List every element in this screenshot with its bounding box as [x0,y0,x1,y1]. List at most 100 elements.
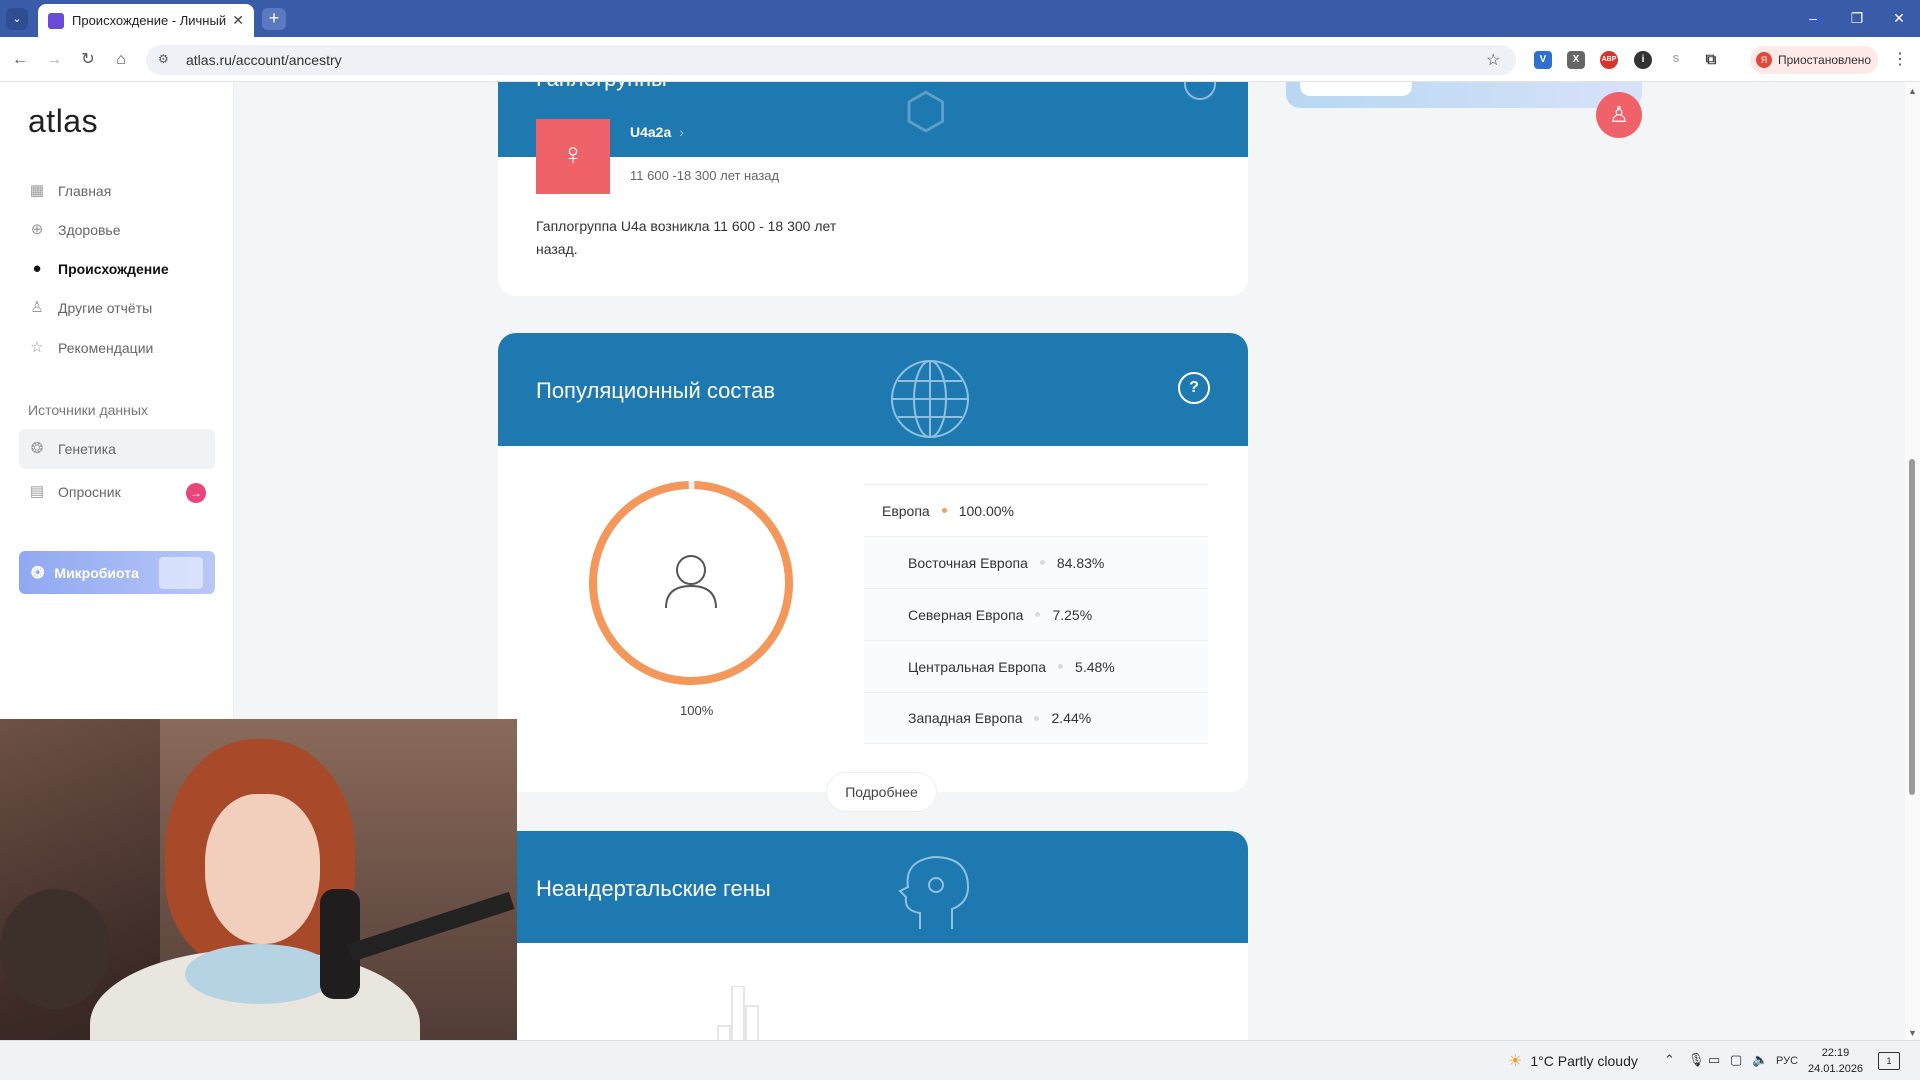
promo-banner-button[interactable] [1300,82,1412,96]
partly-cloudy-icon: ☀ [1508,1053,1523,1070]
notification-center-icon[interactable]: 1 [1878,1052,1900,1070]
help-button[interactable]: ? [1178,372,1210,404]
promo-banner[interactable] [1286,82,1642,108]
region-name: Европа [882,502,930,519]
health-icon: ⊕ [30,221,44,238]
webcam-person-collar [185,944,335,1004]
population-donut [589,481,793,685]
keyboard-language[interactable]: РУС [1776,1055,1798,1067]
female-symbol-icon: ♀ [536,119,610,194]
profile-avatar-icon: Я [1756,52,1772,68]
chevron-right-icon: › [679,124,684,140]
profile-status-button[interactable]: Я Приостановлено [1750,46,1878,74]
arrow-right-icon[interactable]: → [186,483,206,503]
sidebar-item-label: Происхождение [58,261,169,277]
sidebar-item-survey[interactable]: ▤ Опросник [28,477,121,507]
forward-icon[interactable]: → [43,49,65,71]
region-row-europe[interactable]: Европа 100.00% [864,484,1208,536]
sidebar-item-recommendations[interactable]: ☆ Рекомендации [28,333,153,363]
head-profile-icon [898,855,970,929]
tab-title: Происхождение - Личный каб [72,13,227,28]
more-details-button[interactable]: Подробнее [826,772,937,812]
region-value: 84.83% [1056,554,1105,571]
haplogroup-link[interactable]: U4a2a › [630,124,684,140]
extension-i-icon[interactable]: i [1634,51,1652,69]
webcam-overlay [0,719,517,1080]
region-row-western-europe[interactable]: Западная Европа 2.44% [864,692,1208,744]
browser-tabstrip [0,0,1920,37]
region-dot [1039,560,1045,565]
region-row-northern-europe[interactable]: Северная Европа 7.25% [864,588,1208,640]
haplogroup-card-header: Гаплогруппы [498,82,1248,157]
bookmark-star-icon[interactable]: ☆ [1486,50,1500,70]
haplogroup-card-title: Гаплогруппы [536,82,667,92]
neanderthal-card-title: Неандертальские гены [536,876,771,901]
population-card-title: Популяционный состав [536,378,776,403]
sidebar-item-ancestry[interactable]: ● Происхождение [28,254,169,284]
scrollbar-thumb[interactable] [1909,459,1915,795]
volume-icon[interactable]: 🔈 [1752,1052,1768,1068]
population-card-header: Популяционный состав ? [498,333,1248,446]
webcam-person-face [205,794,320,944]
weather-widget[interactable]: ☀ 1°C Partly cloudy [1508,1051,1638,1071]
sidebar-item-genetics[interactable]: ❂ Генетика [28,434,116,464]
region-name: Западная Европа [908,710,1023,726]
close-window-button[interactable]: ✕ [1884,8,1914,28]
taskbar-clock[interactable]: 22:19 24.01.2026 [1808,1045,1863,1077]
microbiota-banner[interactable]: ❂ Микробиота [19,551,215,594]
region-value: 100.00% [958,502,1014,519]
back-icon[interactable]: ← [9,49,31,71]
extension-translate-icon[interactable]: X [1567,51,1585,69]
minimize-button[interactable]: – [1798,8,1828,28]
adblock-icon[interactable]: ABP [1600,51,1618,69]
region-name: Центральная Европа [908,658,1047,675]
region-row-eastern-europe[interactable]: Восточная Европа 84.83% [864,536,1208,588]
reload-icon[interactable]: ↻ [77,49,99,71]
extensions-puzzle-icon[interactable]: ⧉ [1702,51,1720,69]
sidebar-item-label: Рекомендации [58,340,154,356]
tab-list-button[interactable]: ⌄ [6,8,28,30]
extension-v-icon[interactable]: V [1534,51,1552,69]
user-profile-icon[interactable]: ♙ [1596,92,1642,138]
microphone-icon[interactable]: 🎙 [1688,1052,1705,1068]
region-value: 2.44% [1051,710,1092,726]
microbiota-icon: ❂ [31,564,45,582]
browser-tab[interactable]: Происхождение - Личный каб ✕ [38,4,254,37]
restore-button[interactable]: ❐ [1842,8,1872,28]
tray-chevron-up-icon[interactable]: ⌃ [1664,1052,1675,1068]
sidebar-item-other-reports[interactable]: ♙ Другие отчёты [28,293,152,323]
atlas-logo[interactable]: atlas [28,103,98,140]
weather-text: 1°C Partly cloudy [1530,1053,1638,1069]
microbiota-label: Микробиота [54,564,139,581]
haplogroup-time: 11 600 -18 300 лет назад [630,168,780,183]
haplogroup-card: Гаплогруппы ⬡ ♀ U4a2a › 11 600 -18 300 ле… [498,82,1248,296]
network-icon[interactable]: ▭ [1708,1052,1720,1068]
new-tab-button[interactable]: + [262,8,286,30]
scroll-up-icon[interactable]: ▲ [1908,86,1917,96]
extension-s-icon[interactable]: S [1667,51,1685,69]
region-dot [941,508,947,513]
haplogroup-code: U4a2a [630,124,672,140]
close-tab-icon[interactable]: ✕ [232,12,244,29]
display-icon[interactable]: ▢ [1730,1052,1742,1068]
browser-menu-icon[interactable]: ⋮ [1892,49,1908,69]
region-dot [1034,715,1040,721]
site-info-icon[interactable]: ⚙ [158,52,174,68]
clipboard-icon: ▤ [29,483,45,500]
region-dot [1058,664,1064,669]
home-icon[interactable]: ⌂ [110,49,132,71]
address-bar[interactable]: ⚙ atlas.ru/account/ancestry [146,45,1516,75]
sidebar-item-label: Опросник [58,484,121,500]
population-card: Популяционный состав ? 100% Европа 100.0… [498,333,1248,792]
sidebar-item-label: Другие отчёты [58,300,153,316]
region-row-central-europe[interactable]: Центральная Европа 5.48% [864,640,1208,692]
location-pin-icon: ● [32,260,42,277]
sidebar-item-health[interactable]: ⊕ Здоровье [28,215,121,245]
url-text: atlas.ru/account/ancestry [186,52,342,68]
site-favicon-icon [48,12,64,29]
help-icon[interactable] [1184,82,1216,100]
scroll-down-icon[interactable]: ▼ [1908,1028,1917,1038]
sidebar-item-home[interactable]: ▦ Главная [28,176,111,206]
data-sources-heading: Источники данных [28,402,148,418]
sidebar-item-label: Главная [58,183,112,199]
